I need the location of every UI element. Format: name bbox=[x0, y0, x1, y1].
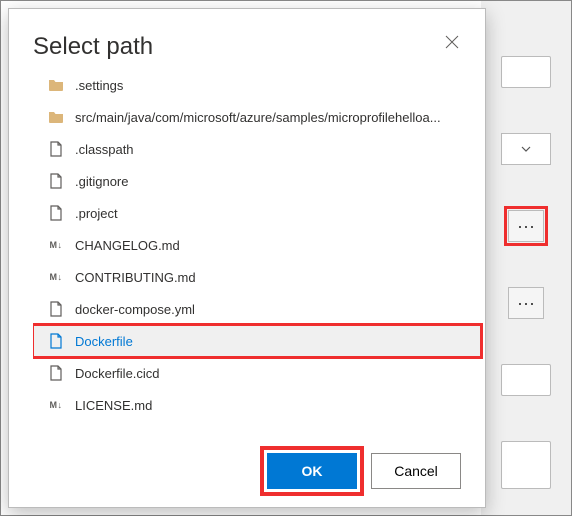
bg-ellipsis-button[interactable]: ··· bbox=[508, 287, 544, 319]
file-icon-slot: M↓ bbox=[47, 268, 65, 286]
dialog-title: Select path bbox=[33, 33, 153, 61]
file-name-label: .classpath bbox=[75, 142, 134, 157]
file-icon-slot bbox=[47, 172, 65, 190]
file-name-label: .project bbox=[75, 206, 118, 221]
bg-ellipsis-button-highlighted[interactable]: ··· bbox=[508, 210, 544, 242]
background-panel: ··· ··· bbox=[481, 1, 571, 515]
markdown-icon: M↓ bbox=[50, 240, 63, 250]
file-row-file[interactable]: Dockerfile bbox=[33, 325, 481, 357]
file-list[interactable]: .settings src/main/java/com/microsoft/azu… bbox=[33, 69, 485, 435]
file-name-label: Dockerfile bbox=[75, 334, 133, 349]
file-row-folder[interactable]: .settings bbox=[33, 69, 481, 101]
ok-button[interactable]: OK bbox=[267, 453, 357, 489]
folder-icon bbox=[48, 78, 64, 92]
cancel-button[interactable]: Cancel bbox=[371, 453, 461, 489]
close-icon bbox=[445, 35, 459, 49]
file-name-label: .settings bbox=[75, 78, 123, 93]
markdown-icon: M↓ bbox=[50, 272, 63, 282]
chevron-down-icon bbox=[520, 143, 532, 155]
file-icon bbox=[49, 173, 63, 189]
folder-icon bbox=[48, 110, 64, 124]
file-name-label: LICENSE.md bbox=[75, 398, 152, 413]
file-icon bbox=[49, 333, 63, 349]
file-row-file[interactable]: Dockerfile.cicd bbox=[33, 357, 481, 389]
file-icon-slot bbox=[47, 300, 65, 318]
file-icon-slot bbox=[47, 108, 65, 126]
file-name-label: Dockerfile.cicd bbox=[75, 366, 160, 381]
file-icon bbox=[49, 141, 63, 157]
file-icon-slot: M↓ bbox=[47, 236, 65, 254]
file-row-file[interactable]: M↓ CONTRIBUTING.md bbox=[33, 261, 481, 293]
file-icon-slot bbox=[47, 364, 65, 382]
file-icon-slot bbox=[47, 76, 65, 94]
bg-field[interactable] bbox=[501, 364, 551, 396]
file-icon-slot bbox=[47, 140, 65, 158]
file-row-file[interactable]: M↓ CHANGELOG.md bbox=[33, 229, 481, 261]
file-row-file[interactable]: .gitignore bbox=[33, 165, 481, 197]
file-row-folder[interactable]: src/main/java/com/microsoft/azure/sample… bbox=[33, 101, 481, 133]
file-icon bbox=[49, 365, 63, 381]
file-name-label: src/main/java/com/microsoft/azure/sample… bbox=[75, 110, 441, 125]
file-row-file[interactable]: .classpath bbox=[33, 133, 481, 165]
bg-textarea[interactable] bbox=[501, 441, 551, 489]
file-icon bbox=[49, 301, 63, 317]
file-name-label: docker-compose.yml bbox=[75, 302, 195, 317]
file-icon-slot bbox=[47, 204, 65, 222]
dialog-footer: OK Cancel bbox=[9, 435, 485, 507]
file-name-label: .gitignore bbox=[75, 174, 128, 189]
bg-field[interactable] bbox=[501, 56, 551, 88]
file-row-file[interactable]: docker-compose.yml bbox=[33, 293, 481, 325]
file-name-label: CHANGELOG.md bbox=[75, 238, 180, 253]
file-row-file[interactable]: M↓ LICENSE.md bbox=[33, 389, 481, 421]
file-row-file[interactable]: .project bbox=[33, 197, 481, 229]
markdown-icon: M↓ bbox=[50, 400, 63, 410]
file-icon bbox=[49, 205, 63, 221]
file-icon-slot bbox=[47, 332, 65, 350]
bg-dropdown[interactable] bbox=[501, 133, 551, 165]
file-list-container: .settings src/main/java/com/microsoft/azu… bbox=[33, 69, 485, 435]
select-path-dialog: Select path .settings src/main/java/com/m… bbox=[8, 8, 486, 508]
dialog-header: Select path bbox=[9, 9, 485, 69]
file-icon-slot: M↓ bbox=[47, 396, 65, 414]
close-button[interactable] bbox=[443, 33, 461, 51]
file-name-label: CONTRIBUTING.md bbox=[75, 270, 196, 285]
